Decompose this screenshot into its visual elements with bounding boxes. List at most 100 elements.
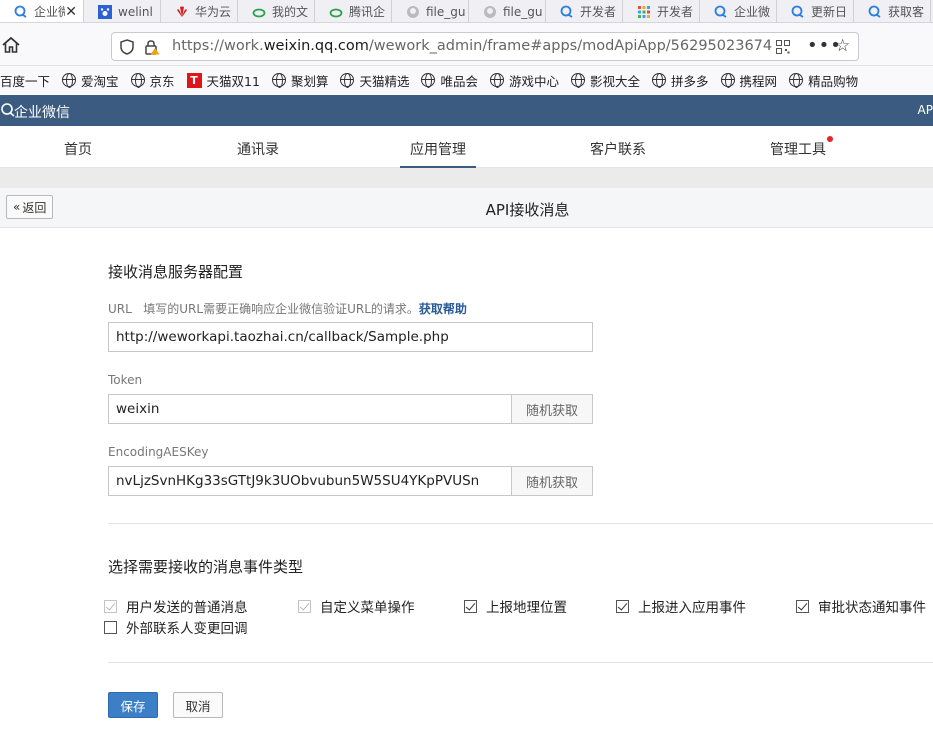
bookmark-label: 京东 — [149, 73, 175, 89]
home-icon[interactable] — [2, 37, 20, 53]
aes-key-input[interactable]: nvLjzSvnHKg33sGTtJ9k3UObvubun5W5SU4YKpPV… — [108, 466, 512, 496]
browser-tab[interactable]: 华为云 — [161, 0, 238, 22]
page-title: API接收消息 — [485, 201, 570, 219]
event-checkbox-custom-menu[interactable]: 自定义菜单操作 — [298, 596, 415, 616]
grid-icon — [638, 5, 650, 18]
qr-code-icon[interactable] — [776, 40, 790, 54]
globe-icon — [271, 73, 286, 88]
nav-contacts[interactable]: 通讯录 — [237, 139, 279, 159]
event-checkbox-location[interactable]: 上报地理位置 — [464, 596, 567, 616]
help-link[interactable]: 获取帮助 — [419, 302, 467, 316]
globe-icon — [720, 73, 735, 88]
browser-tab[interactable]: 腾讯企 — [315, 0, 392, 22]
nav-customer-contact[interactable]: 客户联系 — [590, 139, 646, 159]
header-right-link[interactable]: AP — [918, 103, 933, 117]
nav-management-tools[interactable]: 管理工具 — [770, 136, 833, 159]
event-checkbox-user-message[interactable]: 用户发送的普通消息 — [104, 596, 248, 616]
event-label: 外部联系人变更回调 — [126, 621, 248, 637]
token-label: Token — [108, 373, 143, 387]
bookmark-item[interactable]: 携程网 — [720, 71, 778, 90]
bookmark-label: 精品购物 — [808, 73, 859, 89]
browser-tab-label: 企业微 — [734, 5, 771, 19]
wecom-icon — [714, 5, 727, 18]
wecom-icon — [14, 5, 27, 18]
event-label: 审批状态通知事件 — [818, 600, 926, 616]
browser-navbar: https://work.weixin.qq.com/wework_admin/… — [0, 23, 933, 66]
notification-dot — [827, 136, 833, 142]
save-button[interactable]: 保存 — [108, 692, 158, 718]
bookmark-item[interactable]: 聚划算 — [271, 71, 328, 90]
browser-tab-label: 我的文 — [272, 5, 309, 19]
checkbox[interactable] — [616, 599, 629, 613]
bookmarks-bar: 百度一下 爱淘宝 京东 T 天猫双11 聚划算 天猫精选 唯品会 游戏中心 影视大… — [0, 66, 933, 94]
token-input[interactable]: weixin — [108, 394, 512, 424]
bookmark-item[interactable]: 拼多多 — [652, 71, 709, 90]
bookmark-label: 携程网 — [739, 73, 778, 89]
browser-tab-label: 华为云 — [195, 5, 232, 19]
event-checkbox-external-contact[interactable]: 外部联系人变更回调 — [104, 617, 248, 637]
browser-tab[interactable]: 开发者 — [546, 0, 623, 22]
bookmark-label: 拼多多 — [671, 73, 709, 89]
random-token-button[interactable]: 随机获取 — [511, 394, 593, 424]
bookmark-item[interactable]: 百度一下 — [0, 71, 50, 90]
browser-tab[interactable]: 企业微 — [700, 0, 777, 22]
divider — [108, 523, 933, 524]
lock-warning-icon[interactable] — [144, 39, 160, 55]
browser-tab[interactable]: 更新日 — [777, 0, 854, 22]
browser-tab[interactable]: 企业微 ✕ — [0, 0, 84, 22]
bookmark-item[interactable]: 唯品会 — [421, 71, 478, 90]
cancel-button[interactable]: 取消 — [173, 692, 223, 718]
checkbox[interactable] — [298, 599, 311, 613]
bookmark-star-icon[interactable]: ☆ — [835, 36, 850, 56]
browser-tab[interactable]: 获取客 — [854, 0, 931, 22]
browser-tab[interactable]: 我的文 — [238, 0, 315, 22]
bookmark-item[interactable]: 爱淘宝 — [62, 71, 119, 90]
browser-tab[interactable]: 开发者 — [623, 0, 700, 22]
bookmark-item[interactable]: T 天猫双11 — [186, 71, 260, 90]
bookmark-label: 影视大全 — [590, 73, 641, 89]
browser-tab-label: 企业微 — [34, 5, 65, 19]
url-input[interactable]: http://weworkapi.taozhai.cn/callback/Sam… — [108, 322, 593, 352]
browser-tab-label: file_gu — [426, 4, 466, 19]
brand-name[interactable]: 企业微信 — [14, 102, 70, 122]
checkbox[interactable] — [104, 620, 117, 634]
github-icon — [407, 5, 419, 18]
close-icon[interactable]: ✕ — [65, 4, 77, 20]
event-label: 自定义菜单操作 — [320, 600, 415, 616]
nav-home[interactable]: 首页 — [64, 139, 92, 159]
bookmark-item[interactable]: 影视大全 — [571, 71, 640, 90]
globe-icon — [652, 73, 667, 88]
checkbox[interactable] — [464, 599, 477, 613]
checkbox[interactable] — [104, 599, 117, 613]
browser-tab-strip: 企业微 ✕ welinl 华为云 我的文 腾讯企 file_gu file_gu… — [0, 0, 933, 23]
event-checkbox-enter-app[interactable]: 上报进入应用事件 — [616, 596, 746, 616]
bookmark-item[interactable]: 精品购物 — [789, 71, 858, 90]
browser-tab[interactable]: welinl — [84, 0, 161, 22]
checkbox[interactable] — [796, 599, 809, 613]
aes-key-label: EncodingAESKey — [108, 445, 209, 459]
browser-tab[interactable]: file_gu — [392, 0, 469, 22]
browser-tab[interactable]: file_gu — [469, 0, 546, 22]
event-checkbox-approval[interactable]: 审批状态通知事件 — [796, 596, 926, 616]
api-receive-form: 接收消息服务器配置 URL 填写的URL需要正确响应企业微信验证URL的请求。获… — [0, 228, 933, 732]
huawei-icon — [177, 6, 187, 17]
browser-tab-label: 开发者 — [657, 5, 694, 19]
globe-icon — [421, 73, 436, 88]
globe-icon — [789, 73, 804, 88]
address-bar[interactable]: https://work.weixin.qq.com/wework_admin/… — [111, 32, 859, 61]
shield-icon[interactable] — [120, 39, 134, 55]
event-label: 上报地理位置 — [486, 600, 567, 616]
spacer-bar — [0, 168, 933, 188]
bookmark-item[interactable]: 京东 — [130, 71, 175, 90]
browser-tab-label: 更新日 — [811, 5, 848, 19]
bookmark-label: 爱淘宝 — [81, 73, 119, 89]
globe-icon — [130, 73, 145, 88]
tmall-icon: T — [186, 72, 202, 88]
server-config-title: 接收消息服务器配置 — [108, 263, 244, 281]
nav-app-management[interactable]: 应用管理 — [400, 139, 476, 169]
bookmark-item[interactable]: 天猫精选 — [340, 71, 409, 90]
random-aes-key-button[interactable]: 随机获取 — [511, 466, 593, 496]
url-text[interactable]: https://work.weixin.qq.com/wework_admin/… — [172, 38, 772, 54]
bookmark-item[interactable]: 游戏中心 — [490, 71, 559, 90]
browser-tab-label: 腾讯企 — [349, 5, 386, 19]
